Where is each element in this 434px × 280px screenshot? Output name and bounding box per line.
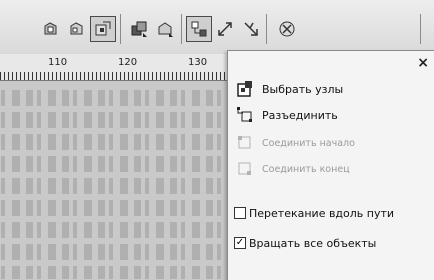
toolbar-separator [420, 14, 421, 44]
select-nodes-icon[interactable] [186, 16, 212, 42]
option-label: Перетекание вдоль пути [249, 206, 395, 220]
menu-item-break-apart[interactable]: Разъединить [232, 103, 431, 127]
blend-along-path-checkbox[interactable] [234, 207, 246, 219]
option-rotate-all-objects[interactable]: ✓ Вращать все объекты [232, 231, 431, 255]
toolbar-separator [266, 14, 267, 44]
select-nodes-icon [232, 78, 258, 100]
toolbar-separator [120, 14, 121, 44]
close-icon[interactable]: × [417, 55, 429, 71]
node-tool-icon[interactable] [38, 16, 64, 42]
rotate-all-objects-checkbox[interactable]: ✓ [234, 237, 246, 249]
node-tool-icon[interactable] [64, 16, 90, 42]
menu-item-select-nodes[interactable]: Выбрать узлы [232, 77, 431, 101]
convert-node-icon[interactable] [90, 16, 116, 42]
option-blend-along-path[interactable]: Перетекание вдоль пути [232, 201, 431, 225]
horizontal-ruler: 110 120 130 [0, 54, 235, 81]
ruler-label: 120 [118, 57, 138, 68]
menu-item-label: Разъединить [262, 108, 338, 122]
option-label: Вращать все объекты [249, 236, 377, 250]
join-end-icon [232, 158, 258, 180]
menu-item-label: Соединить конец [262, 163, 350, 175]
toolbar [0, 0, 434, 55]
menu-item-join-start: Соединить начало [232, 131, 431, 155]
ruler-label: 110 [48, 57, 68, 68]
shape-icon[interactable] [126, 16, 152, 42]
toolbar-separator [181, 14, 182, 44]
break-apart-icon [232, 104, 258, 126]
ruler-label: 130 [188, 57, 208, 68]
reduce-nodes-icon[interactable] [238, 16, 264, 42]
join-start-icon [232, 132, 258, 154]
menu-item-label: Выбрать узлы [262, 82, 344, 96]
menu-item-label: Соединить начало [262, 137, 355, 149]
target-icon[interactable] [274, 16, 300, 42]
menu-item-join-end: Соединить конец [232, 157, 431, 181]
shape-icon[interactable] [152, 16, 178, 42]
expand-nodes-icon[interactable] [212, 16, 238, 42]
ruler-ticks [0, 72, 235, 80]
node-options-menu: × Выбрать узлы Разъединить Соединить нач… [227, 50, 434, 280]
